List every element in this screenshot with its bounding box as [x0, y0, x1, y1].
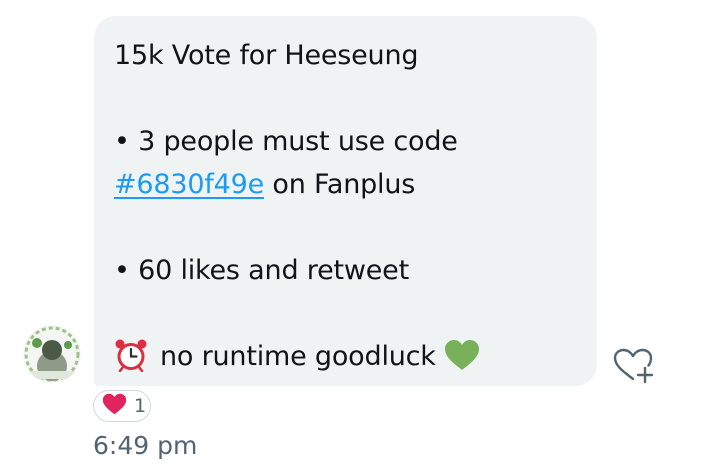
fanplus-text: on Fanplus — [264, 169, 416, 200]
message-bubble: 15k Vote for Heeseung • 3 people must us… — [94, 16, 597, 386]
hashtag-line: #6830f49e on Fanplus — [114, 163, 577, 206]
bullet-code-line: • 3 people must use code — [114, 126, 458, 157]
message-timestamp[interactable]: 6:49 pm — [93, 431, 197, 460]
add-reaction-button[interactable] — [610, 346, 656, 386]
red-heart-icon — [102, 393, 127, 419]
message-title: 15k Vote for Heeseung — [114, 40, 419, 71]
runtime-line: no runtime goodluck — [114, 335, 577, 378]
green-heart-icon — [444, 339, 480, 384]
runtime-text: no runtime goodluck — [160, 341, 436, 372]
heart-plus-icon — [610, 348, 656, 390]
hashtag-link[interactable]: #6830f49e — [114, 169, 264, 200]
avatar[interactable] — [23, 325, 81, 383]
reaction-count: 1 — [134, 395, 147, 417]
alarm-clock-icon — [114, 338, 148, 385]
reaction-pill[interactable]: 1 — [93, 390, 151, 422]
bullet-likes-line: • 60 likes and retweet — [114, 255, 409, 286]
